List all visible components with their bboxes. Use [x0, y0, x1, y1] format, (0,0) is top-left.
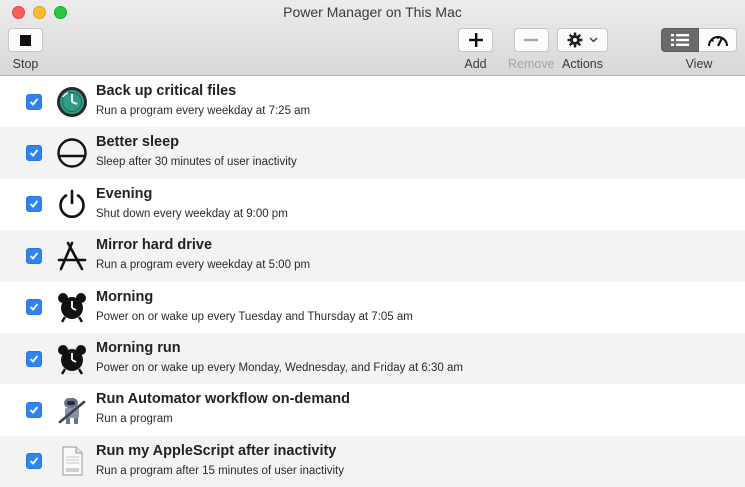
- event-title: Mirror hard drive: [96, 237, 213, 254]
- view-segmented-control: [661, 28, 737, 52]
- enabled-checkbox[interactable]: [26, 93, 42, 110]
- list-item[interactable]: Evening Shut down every weekday at 9:00 …: [0, 179, 745, 230]
- add-button[interactable]: [458, 28, 493, 52]
- event-schedule: Run a program every weekday at 7:25 am: [96, 105, 311, 117]
- event-schedule: Run a program: [96, 413, 173, 426]
- actions-label: Actions: [562, 57, 603, 71]
- chevron-down-icon: [589, 37, 598, 43]
- event-schedule: Run a program after 15 minutes of user i…: [96, 464, 345, 477]
- list-item[interactable]: Better sleep Sleep after 30 minutes of u…: [0, 127, 745, 179]
- gauge-icon: [707, 36, 728, 47]
- checkmark-icon: [29, 406, 39, 414]
- remove-tool[interactable]: Remove: [508, 28, 555, 71]
- add-tool[interactable]: Add: [458, 28, 493, 71]
- app-store-icon: [55, 239, 89, 273]
- event-list: Back up critical files Run a program eve…: [0, 76, 745, 487]
- enabled-checkbox[interactable]: [26, 145, 42, 162]
- remove-label: Remove: [508, 57, 555, 71]
- list-item[interactable]: Back up critical files Run a program eve…: [0, 76, 745, 127]
- list-item[interactable]: Run my AppleScript after inactivity Run …: [0, 435, 745, 487]
- remove-button[interactable]: [513, 28, 549, 52]
- enabled-checkbox[interactable]: [26, 350, 42, 367]
- list-item[interactable]: Mirror hard drive Run a program every we…: [0, 230, 745, 282]
- time-machine-icon: [55, 85, 89, 119]
- event-title: Run my AppleScript after inactivity: [96, 442, 337, 459]
- event-schedule: Power on or wake up every Tuesday and Th…: [96, 310, 413, 323]
- stop-button[interactable]: [8, 28, 43, 52]
- checkmark-icon: [29, 252, 39, 260]
- checkmark-icon: [29, 355, 39, 363]
- event-title: Morning run: [96, 339, 181, 356]
- event-title: Back up critical files: [96, 83, 237, 99]
- event-title: Morning: [96, 288, 154, 305]
- list-item[interactable]: Morning Power on or wake up every Tuesda…: [0, 282, 745, 333]
- actions-menu-button[interactable]: [557, 28, 608, 52]
- add-label: Add: [464, 57, 487, 71]
- actions-tool[interactable]: Actions: [557, 28, 608, 71]
- list-icon: [671, 34, 689, 46]
- checkmark-icon: [29, 303, 39, 312]
- list-item[interactable]: Run Automator workflow on-demand Run a p…: [0, 384, 745, 435]
- automator-robot-icon: [55, 393, 89, 427]
- view-tool: View: [661, 28, 737, 71]
- alarm-clock-icon: [55, 342, 89, 376]
- checkmark-icon: [29, 200, 39, 209]
- enabled-checkbox[interactable]: [26, 299, 42, 316]
- enabled-checkbox[interactable]: [26, 453, 42, 470]
- list-view-button[interactable]: [661, 28, 699, 52]
- power-manager-window: Power Manager on This Mac Stop Add Remov…: [0, 0, 745, 487]
- gauge-view-button[interactable]: [699, 28, 737, 52]
- event-schedule: Power on or wake up every Monday, Wednes…: [96, 361, 463, 374]
- enabled-checkbox[interactable]: [26, 402, 42, 419]
- power-icon: [55, 187, 89, 221]
- event-title: Run Automator workflow on-demand: [96, 391, 351, 408]
- toolbar: Power Manager on This Mac Stop Add Remov…: [0, 0, 745, 76]
- sleep-icon: [55, 136, 89, 170]
- checkmark-icon: [29, 98, 39, 106]
- gear-icon: [567, 32, 583, 48]
- stop-tool[interactable]: Stop: [8, 28, 43, 71]
- enabled-checkbox[interactable]: [26, 196, 42, 213]
- event-schedule: Run a program every weekday at 5:00 pm: [96, 259, 311, 272]
- stop-icon: [20, 34, 31, 46]
- event-schedule: Shut down every weekday at 9:00 pm: [96, 207, 288, 220]
- event-title: Evening: [96, 185, 153, 202]
- list-item[interactable]: Morning run Power on or wake up every Mo…: [0, 332, 745, 385]
- alarm-clock-icon: [55, 290, 89, 324]
- plus-icon: [468, 33, 483, 47]
- checkmark-icon: [29, 457, 39, 466]
- checkmark-icon: [29, 149, 39, 157]
- stop-label: Stop: [12, 57, 39, 71]
- view-label: View: [685, 57, 713, 71]
- enabled-checkbox[interactable]: [26, 247, 42, 264]
- event-title: Better sleep: [96, 134, 180, 151]
- text-document-icon: [55, 444, 89, 478]
- minus-icon: [524, 38, 539, 42]
- window-title: Power Manager on This Mac: [283, 4, 462, 20]
- event-schedule: Sleep after 30 minutes of user inactivit…: [96, 156, 297, 169]
